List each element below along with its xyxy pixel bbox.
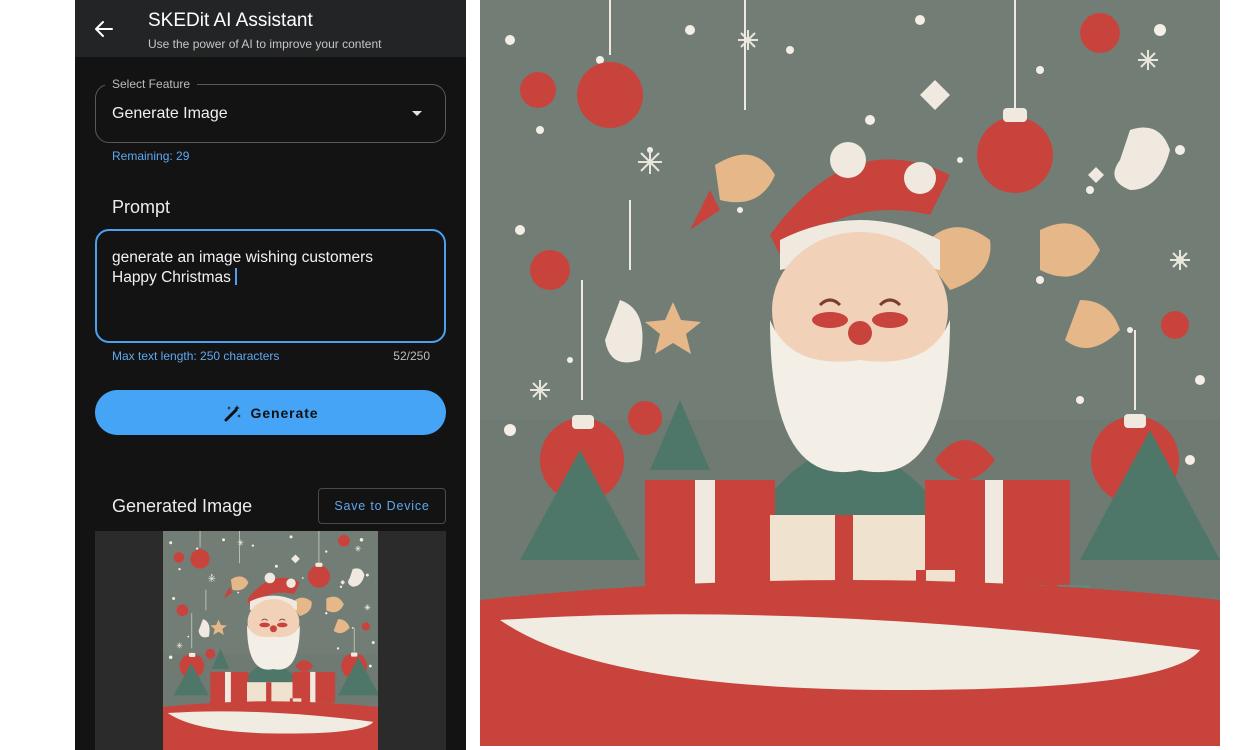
feature-select[interactable]: Select Feature Generate Image [95, 77, 446, 143]
feature-select-value: Generate Image [112, 105, 228, 122]
character-counter: 52/250 [393, 349, 430, 363]
generate-button-label: Generate [250, 404, 319, 421]
generated-image-preview [480, 0, 1220, 746]
remaining-count: Remaining: 29 [112, 149, 190, 163]
prompt-helper-text: Max text length: 250 characters [112, 349, 280, 363]
text-caret [234, 268, 237, 285]
app-bar: SKEDit AI Assistant Use the power of AI … [75, 0, 466, 57]
page-title: SKEDit AI Assistant [148, 10, 313, 31]
phone-screen: SKEDit AI Assistant Use the power of AI … [75, 0, 466, 750]
feature-select-label: Select Feature [105, 77, 198, 91]
generate-button[interactable]: Generate [95, 390, 446, 435]
generated-image-title: Generated Image [112, 496, 253, 516]
save-to-device-button[interactable]: Save to Device [318, 488, 446, 524]
prompt-label: Prompt [112, 197, 171, 217]
arrow-left-icon [95, 21, 113, 37]
caret-down-icon [412, 111, 422, 116]
generated-image-frame [95, 531, 446, 750]
prompt-input[interactable]: generate an image wishing customers Happ… [95, 229, 446, 343]
prompt-value: generate an image wishing customers Happ… [112, 249, 374, 286]
magic-wand-icon [224, 404, 241, 421]
page-subtitle: Use the power of AI to improve your cont… [148, 37, 382, 51]
generated-image-thumbnail[interactable] [163, 531, 378, 750]
save-button-label: Save to Device [334, 499, 430, 513]
prompt-text: generate an image wishing customers Happ… [112, 248, 432, 288]
back-button[interactable] [92, 17, 116, 41]
